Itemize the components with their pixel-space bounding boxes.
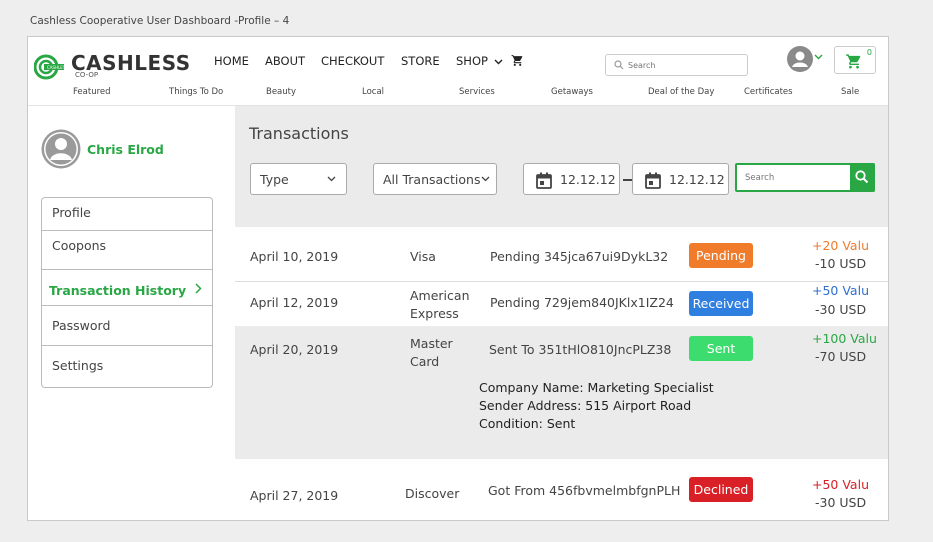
row-description: Pending 345jca67ui9DykL32 [490,249,669,264]
subnav-certificates[interactable]: Certificates [744,87,793,97]
subnav-local[interactable]: Local [362,87,384,97]
status-badge: Declined [689,477,753,502]
status-badge: Received [689,291,753,316]
date-from-field[interactable]: 12.12.12 [523,163,620,195]
nav-checkout[interactable]: CHECKOUT [321,54,384,68]
row-valu: +50 Valu [812,283,869,298]
sidebar-item-label: Profile [52,205,91,220]
search-icon [855,170,869,184]
transactions-select[interactable]: All Transactions [373,163,497,195]
header-search[interactable] [605,54,748,76]
row-description: Pending 729jem840JKlx1IZ24 [490,295,674,310]
subnav-deal-of-the-day[interactable]: Deal of the Day [648,87,714,97]
row-description: Got From 456fbvmelmbfgnPLH [488,483,681,498]
nav-about[interactable]: ABOUT [265,54,305,68]
profile-avatar-icon [41,129,81,169]
sidebar-menu: Profile Coopons Transaction History Pass… [41,197,213,388]
row-usd: -10 USD [815,256,867,271]
subnav-sale[interactable]: Sale [841,87,859,97]
transaction-details: Company Name: Marketing Specialist Sende… [479,379,714,433]
nav-shop[interactable]: SHOP [456,54,503,68]
logo-mark-icon: CASHLESS [34,54,66,80]
brand-sub: CO-OP [75,71,99,79]
row-valu: +50 Valu [812,477,869,492]
sidebar-item-label: Password [52,318,111,333]
calendar-icon [536,172,552,189]
date-from-value: 12.12.12 [560,172,616,187]
row-date: April 20, 2019 [250,342,339,357]
subnav-featured[interactable]: Featured [73,87,111,97]
chevron-down-icon[interactable] [814,54,823,60]
status-badge: Pending [689,243,753,268]
profile-name: Chris Elrod [87,142,164,157]
row-date: April 12, 2019 [250,295,339,310]
row-method: Master Card [410,336,453,369]
date-to-value: 12.12.12 [669,172,725,187]
date-to-field[interactable]: 12.12.12 [632,163,729,195]
row-method: Visa [410,249,436,264]
row-divider [235,281,888,282]
sidebar-item-profile[interactable]: Profile [42,198,212,231]
cart-count-badge: 0 [866,48,872,57]
subnav-getaways[interactable]: Getaways [551,87,593,97]
chevron-down-icon [481,176,490,182]
nav-home[interactable]: HOME [214,54,249,68]
subnav-beauty[interactable]: Beauty [266,87,296,97]
detail-company: Company Name: Marketing Specialist [479,380,714,395]
row-valu: +100 Valu [812,331,877,346]
svg-text:CASHLESS: CASHLESS [47,65,66,70]
status-badge: Sent [689,336,753,361]
type-select[interactable]: Type [250,163,347,195]
cart-button[interactable]: 0 [834,46,876,74]
brand-logo[interactable]: CASHLESS CASHLESS CO-OP [34,51,190,83]
nav-store[interactable]: STORE [401,54,440,68]
transaction-search[interactable] [735,163,875,192]
row-usd: -30 USD [815,495,867,510]
sidebar-item-password[interactable]: Password [42,306,212,346]
cart-icon[interactable] [511,54,524,67]
search-icon [614,60,624,70]
row-valu: +20 Valu [812,238,869,253]
row-method: Discover [405,486,460,501]
sidebar-item-label: Coopons [52,238,107,253]
chevron-right-icon [195,283,202,294]
detail-condition: Condition: Sent [479,416,576,431]
sidebar-item-label: Settings [52,358,104,373]
type-select-value: Type [260,172,289,187]
row-usd: -30 USD [815,302,867,317]
subnav-services[interactable]: Services [459,87,495,97]
header-search-input[interactable] [628,58,738,72]
sidebar-item-transaction-history[interactable]: Transaction History [42,270,212,306]
sidebar-item-label: Transaction History [49,283,187,298]
window-title: Cashless Cooperative User Dashboard -Pro… [30,15,290,27]
row-description: Sent To 351tHlO810JncPLZ38 [489,342,672,357]
detail-address: Sender Address: 515 Airport Road [479,398,692,413]
row-usd: -70 USD [815,349,867,364]
dashboard-frame: CASHLESS CASHLESS CO-OP HOME ABOUT CHECK… [27,36,889,521]
row-date: April 10, 2019 [250,249,339,264]
subnav-things-to-do[interactable]: Things To Do [169,87,223,97]
filter-panel: Transactions Type All Transactions 12.12… [235,106,888,227]
page-title: Transactions [249,124,349,143]
search-button[interactable] [850,163,875,192]
row-method: American Express [410,288,470,321]
row-date: April 27, 2019 [250,488,339,503]
chevron-down-icon [327,176,336,182]
transactions-select-value: All Transactions [383,172,481,187]
calendar-icon [645,172,661,189]
cart-icon [846,54,861,69]
sidebar-item-coopons[interactable]: Coopons [42,231,212,270]
sidebar-item-settings[interactable]: Settings [42,346,212,387]
nav-shop-label: SHOP [456,54,488,68]
user-avatar-icon[interactable] [787,46,813,72]
chevron-down-icon [494,59,503,65]
transaction-search-input[interactable] [745,171,845,185]
